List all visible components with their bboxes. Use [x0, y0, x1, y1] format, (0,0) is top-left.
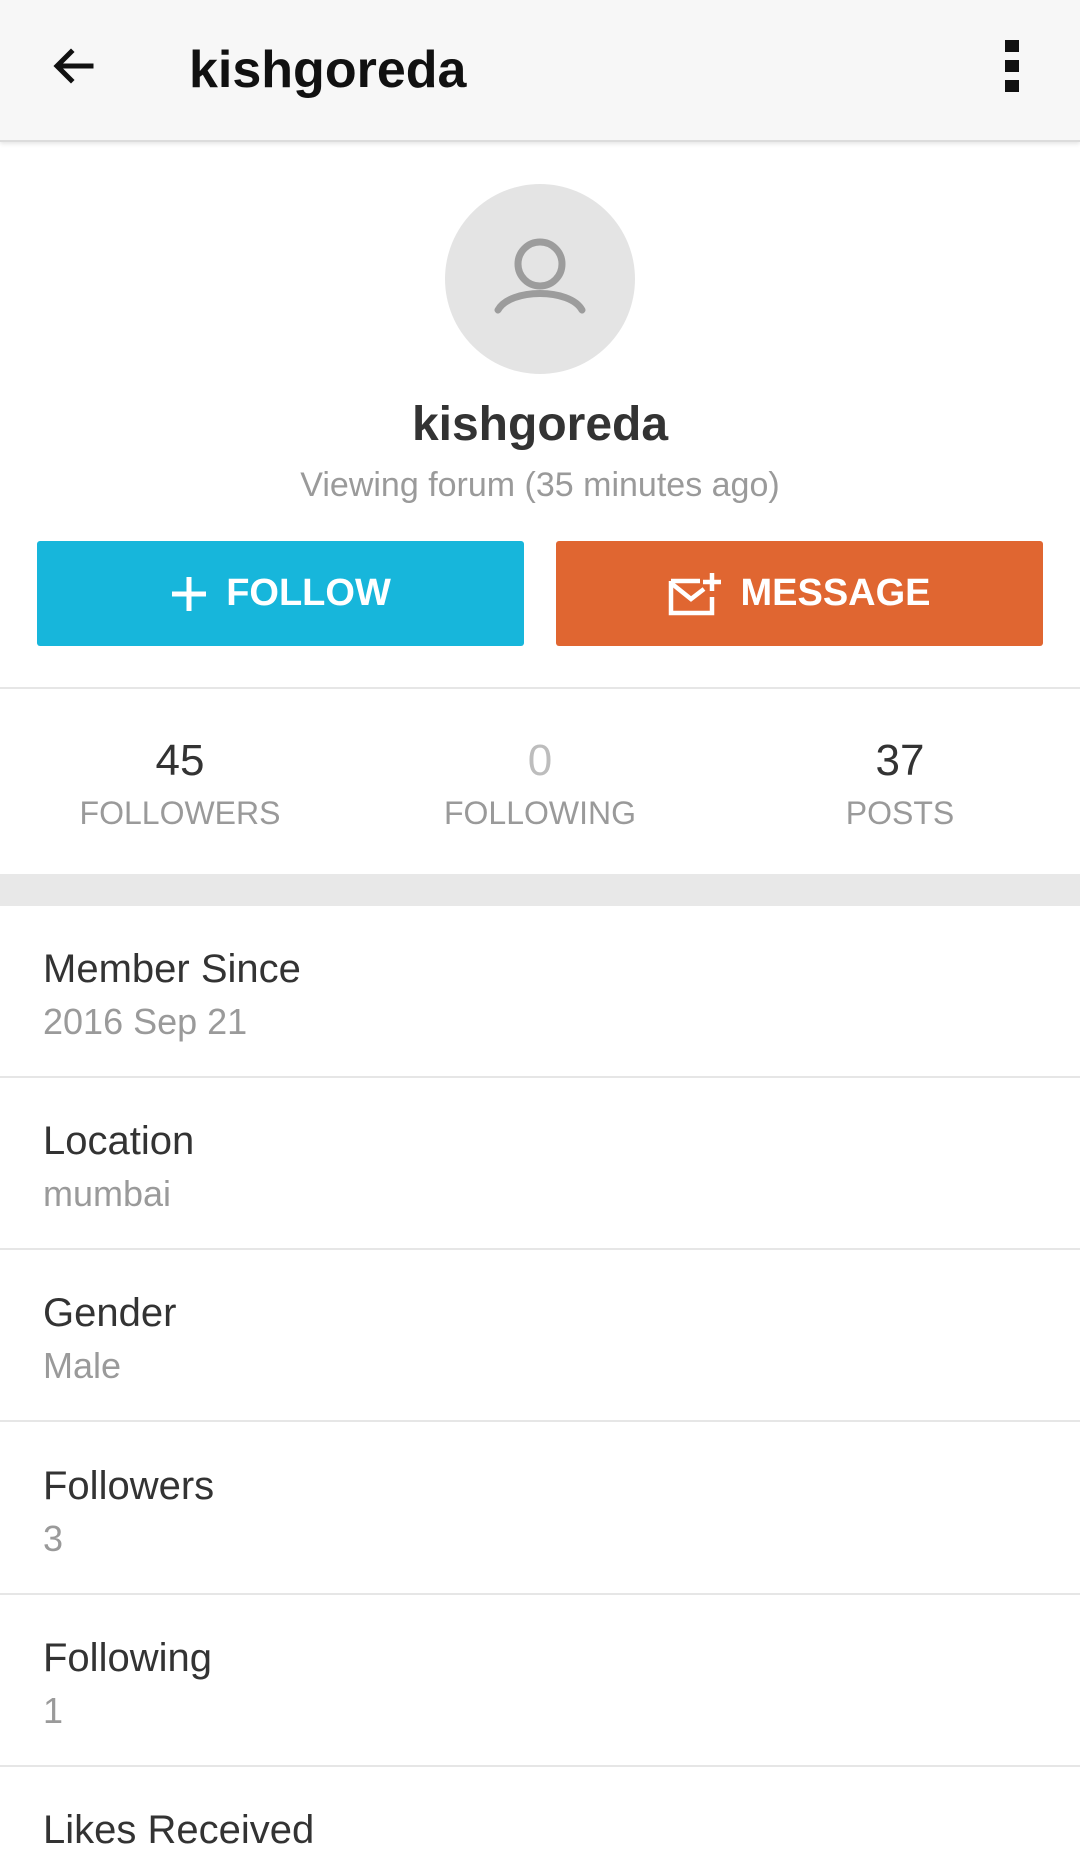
- message-button[interactable]: MESSAGE: [556, 541, 1043, 646]
- profile-status: Viewing forum (35 minutes ago): [300, 466, 780, 504]
- info-row-likes-received: Likes Received: [0, 1767, 1080, 1852]
- follow-button-label: FOLLOW: [226, 572, 391, 614]
- info-label: Followers: [43, 1464, 215, 1508]
- follow-button[interactable]: FOLLOW: [37, 541, 524, 646]
- stat-posts[interactable]: 37 POSTS: [720, 733, 1080, 833]
- info-label: Location: [43, 1119, 195, 1163]
- stat-followers[interactable]: 45 FOLLOWERS: [0, 733, 360, 833]
- info-row-member-since: Member Since 2016 Sep 21: [0, 906, 1080, 1078]
- info-row-following[interactable]: Following 1: [0, 1595, 1080, 1767]
- stat-label: FOLLOWERS: [79, 795, 281, 831]
- stat-value: 45: [155, 736, 205, 785]
- stat-label: FOLLOWING: [443, 795, 636, 831]
- info-row-location: Location mumbai: [0, 1078, 1080, 1250]
- info-label: Gender: [43, 1291, 177, 1335]
- plus-icon: [170, 575, 208, 613]
- info-row-followers[interactable]: Followers 3: [0, 1423, 1080, 1595]
- avatar[interactable]: [445, 184, 635, 374]
- more-vert-icon: [1002, 38, 1022, 99]
- info-value: 1: [43, 1690, 64, 1731]
- stat-value: 37: [875, 736, 925, 785]
- mail-add-icon: [668, 571, 722, 617]
- back-button[interactable]: [36, 31, 110, 105]
- info-row-gender: Gender Male: [0, 1250, 1080, 1422]
- info-label: Member Since: [43, 947, 301, 991]
- divider: [0, 687, 1080, 689]
- arrow-left-icon: [49, 42, 97, 95]
- stat-label: POSTS: [845, 795, 955, 831]
- info-value: 2016 Sep 21: [43, 1001, 248, 1042]
- info-label: Likes Received: [43, 1808, 315, 1852]
- app-title: kishgoreda: [189, 41, 467, 99]
- person-outline-icon: [490, 232, 590, 327]
- stat-value: 0: [527, 736, 553, 785]
- message-button-label: MESSAGE: [740, 572, 931, 614]
- profile-name: kishgoreda: [411, 398, 669, 451]
- info-value: 3: [43, 1518, 64, 1559]
- info-value: mumbai: [43, 1173, 172, 1214]
- app-bar: kishgoreda: [0, 0, 1080, 142]
- info-value: Male: [43, 1345, 122, 1386]
- more-options-button[interactable]: [980, 31, 1044, 105]
- info-label: Following: [43, 1636, 212, 1680]
- section-separator: [0, 874, 1080, 906]
- stat-following[interactable]: 0 FOLLOWING: [360, 733, 720, 833]
